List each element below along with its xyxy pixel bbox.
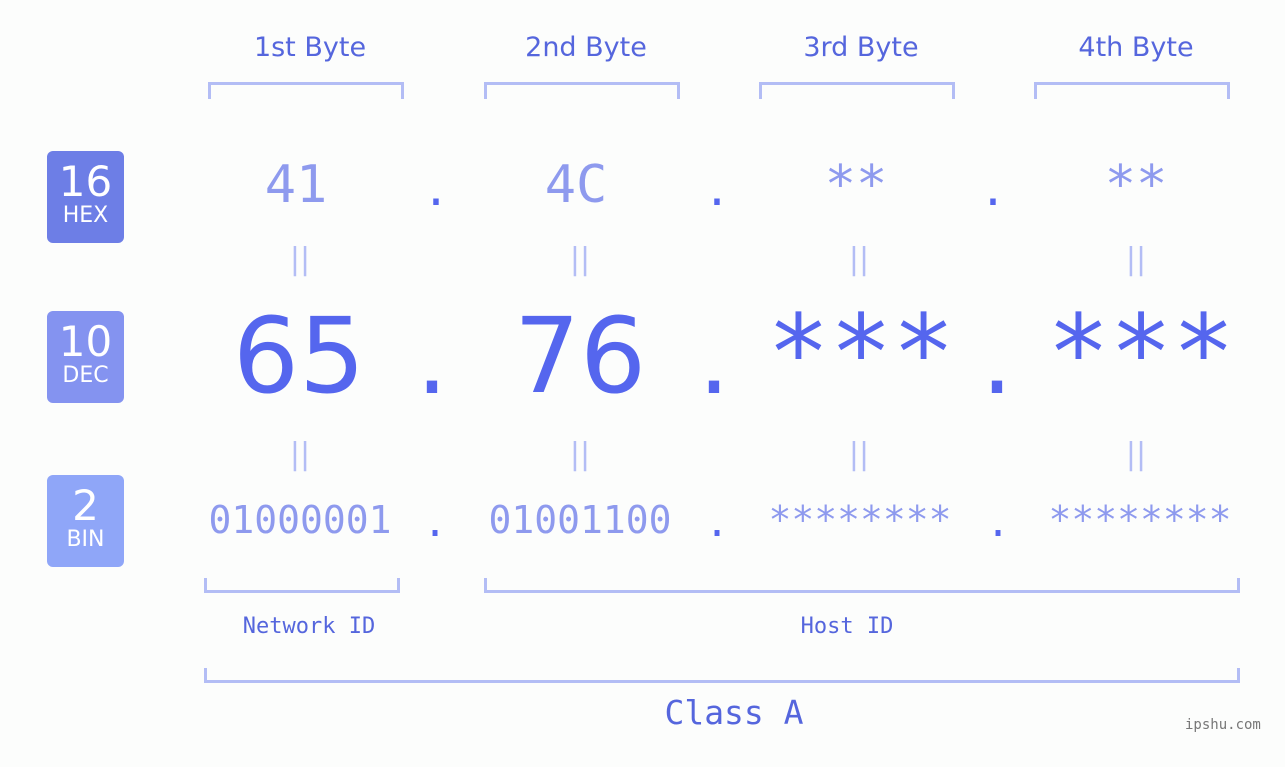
network-id-bracket [204,578,400,593]
bin-label: BIN [66,527,105,552]
bin-badge: 2 BIN [47,475,124,567]
host-id-bracket [484,578,1240,593]
bin-byte-3: ******** [768,498,952,542]
bin-byte-1: 01000001 [208,498,392,542]
byte-header-3: 3rd Byte [803,32,919,63]
byte-header-2: 2nd Byte [525,32,647,63]
byte-bracket-3 [759,82,955,99]
bin-dot-1: . [422,500,448,546]
dec-dot-1: . [416,300,448,417]
dec-byte-3: *** [767,292,955,414]
dec-byte-1: 65 [232,295,366,417]
hex-byte-2: 4C [544,155,608,215]
dec-dot-3: . [981,300,1013,417]
dec-badge: 10 DEC [47,311,124,403]
bin-byte-4: ******** [1048,498,1232,542]
dec-dot-2: . [698,300,730,417]
bin-dot-3: . [985,500,1011,546]
hex-byte-4: ** [1104,155,1168,215]
bin-dot-2: . [704,500,730,546]
hex-badge: 16 HEX [47,151,124,243]
hex-dot-1: . [422,165,450,216]
class-label: Class A [664,693,804,732]
byte-header-1: 1st Byte [253,32,367,63]
dec-byte-2: 76 [513,295,647,417]
dec-base: 10 [58,317,113,366]
dec-byte-4: *** [1047,292,1235,414]
hex-dot-2: . [703,165,731,216]
host-id-label: Host ID [800,614,894,639]
hex-label: HEX [62,203,109,228]
dec-label: DEC [62,363,109,388]
equals-7: || [848,437,870,472]
byte-bracket-2 [484,82,680,99]
network-id-label: Network ID [242,614,376,639]
equals-6: || [569,437,591,472]
equals-8: || [1125,437,1147,472]
watermark: ipshu.com [1185,717,1261,733]
equals-5: || [289,437,311,472]
equals-2: || [569,242,591,277]
hex-byte-1: 41 [264,155,328,215]
hex-base: 16 [58,157,113,206]
byte-header-4: 4th Byte [1078,32,1194,63]
bin-base: 2 [72,481,99,530]
hex-dot-3: . [979,165,1007,216]
class-bracket [204,668,1240,683]
bin-byte-2: 01001100 [488,498,672,542]
equals-3: || [848,242,870,277]
byte-bracket-4 [1034,82,1230,99]
hex-byte-3: ** [824,155,888,215]
byte-bracket-1 [208,82,404,99]
equals-1: || [289,242,311,277]
equals-4: || [1125,242,1147,277]
